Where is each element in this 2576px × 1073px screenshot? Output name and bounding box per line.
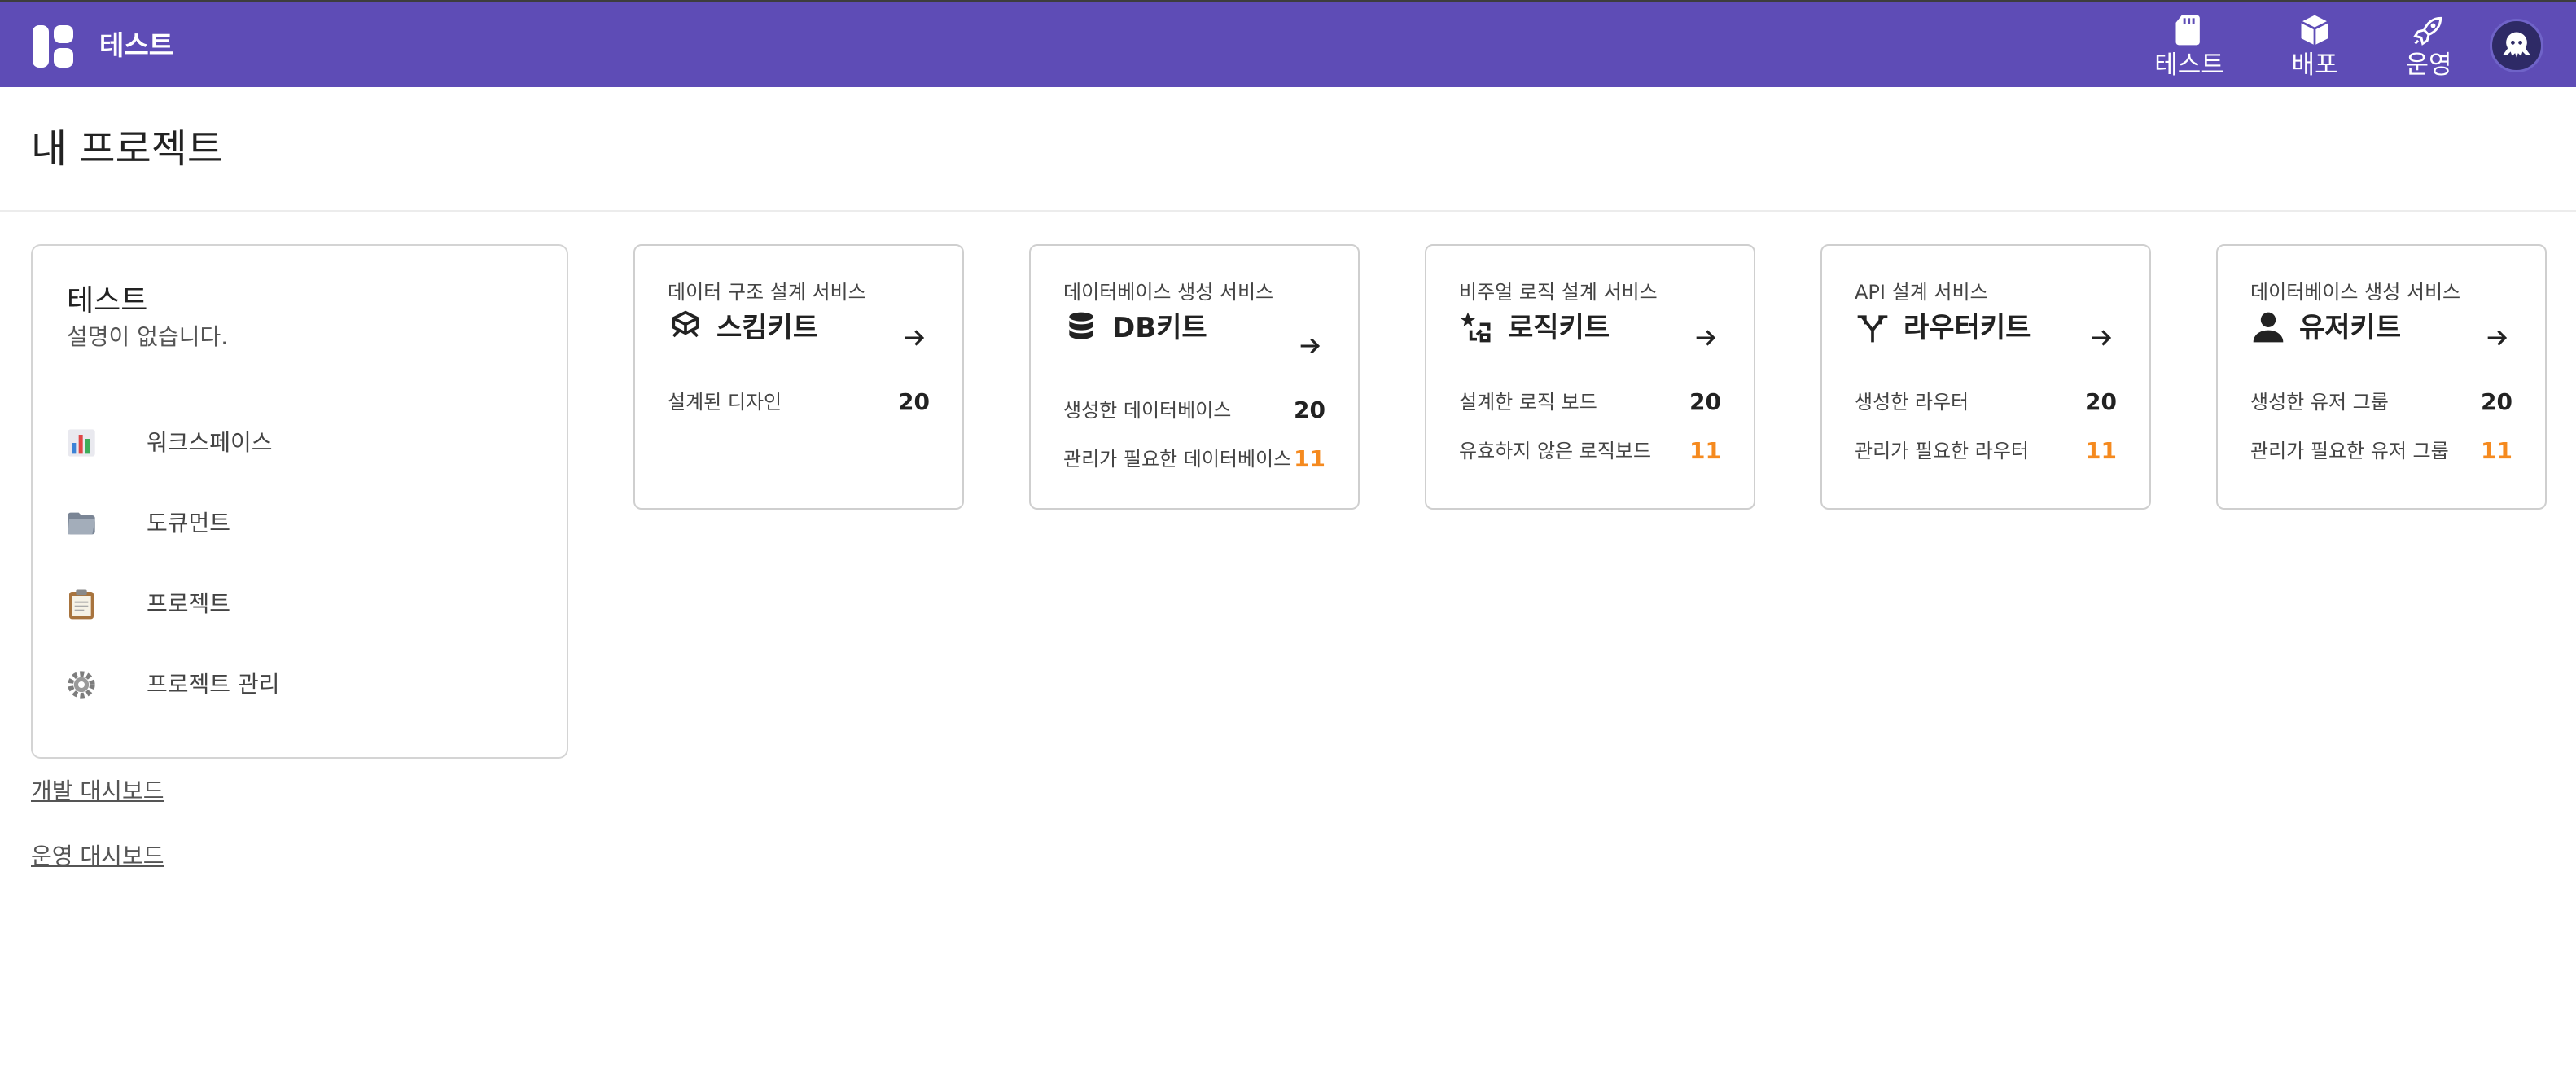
service-stat-row: 관리가 필요한 데이터베이스 11 xyxy=(1063,443,1325,475)
bar-chart-icon xyxy=(68,429,95,457)
nav-test[interactable]: 테스트 xyxy=(2144,9,2234,82)
menu-item-documents[interactable]: 도큐먼트 xyxy=(65,501,521,546)
stat-value: 20 xyxy=(2085,388,2117,415)
logic-flow-icon xyxy=(1460,312,1491,343)
menu-item-label: 도큐먼트 xyxy=(147,510,231,536)
project-name: 테스트 xyxy=(67,284,148,318)
stat-value: 20 xyxy=(1689,388,1721,415)
arrow-right-icon[interactable] xyxy=(2483,324,2511,352)
stat-label: 관리가 필요한 유저 그룹 xyxy=(2250,440,2449,462)
service-name: 로직키트 xyxy=(1508,312,1610,344)
menu-item-workspace[interactable]: 워크스페이스 xyxy=(65,420,521,466)
service-stat-row: 생성한 라우터 20 xyxy=(1855,386,2117,418)
arrow-right-icon[interactable] xyxy=(2088,324,2115,352)
divider xyxy=(0,210,2576,212)
clipboard-icon xyxy=(69,589,94,620)
ops-dashboard-link[interactable]: 운영 대시보드 xyxy=(31,840,164,873)
stat-value: 20 xyxy=(2481,388,2512,415)
page-title: 내 프로젝트 xyxy=(31,126,224,172)
service-name: 라우터키트 xyxy=(1904,312,2031,344)
stat-label: 생성한 데이터베이스 xyxy=(1063,399,1232,422)
menu-item-project-settings[interactable]: 프로젝트 관리 xyxy=(65,662,521,707)
service-name: DB키트 xyxy=(1112,312,1207,344)
stat-label: 유효하지 않은 로직보드 xyxy=(1459,440,1652,462)
arrow-right-icon[interactable] xyxy=(900,324,928,352)
stat-value-warning: 11 xyxy=(1294,445,1325,472)
stat-label: 관리가 필요한 데이터베이스 xyxy=(1063,448,1292,471)
menu-item-project[interactable]: 프로젝트 xyxy=(65,581,521,627)
gear-icon xyxy=(68,671,95,699)
nav-deploy[interactable]: 배포 xyxy=(2270,9,2359,82)
database-icon xyxy=(1069,312,1093,339)
arrow-right-icon[interactable] xyxy=(1692,324,1720,352)
stat-label: 설계된 디자인 xyxy=(668,391,782,414)
box-outline-icon xyxy=(672,310,699,338)
folder-icon xyxy=(68,512,95,535)
stat-label: 설계한 로직 보드 xyxy=(1459,391,1597,414)
service-card-schemkit[interactable]: 데이터 구조 설계 서비스 스킴키트 설계된 디자인 20 xyxy=(633,244,964,510)
service-stat-row: 생성한 유저 그룹 20 xyxy=(2250,386,2512,418)
project-description: 설명이 없습니다. xyxy=(67,323,229,350)
service-subtitle: 데이터 구조 설계 서비스 xyxy=(668,281,866,304)
service-name: 스킴키트 xyxy=(716,312,819,344)
nav-operate[interactable]: 운영 xyxy=(2384,9,2473,82)
menu-item-label: 워크스페이스 xyxy=(147,429,273,456)
sd-card-icon xyxy=(2175,15,2200,46)
rocket-icon xyxy=(2413,16,2442,46)
stat-value-warning: 11 xyxy=(2481,437,2512,464)
fork-arrows-icon xyxy=(1857,315,1888,343)
nav-test-label: 테스트 xyxy=(2154,50,2224,80)
person-icon xyxy=(2253,312,2284,343)
menu-item-label: 프로젝트 xyxy=(147,590,231,617)
top-navbar: 테스트 테스트 배포 운영 xyxy=(0,0,2576,87)
nav-deploy-label: 배포 xyxy=(2291,50,2338,80)
service-subtitle: 데이터베이스 생성 서비스 xyxy=(1063,281,1274,304)
service-stat-row: 관리가 필요한 라우터 11 xyxy=(1855,435,2117,467)
service-name: 유저키트 xyxy=(2299,312,2402,344)
service-card-logickit[interactable]: 비주얼 로직 설계 서비스 로직키트 설계한 로직 보드 20 유효하지 않은 … xyxy=(1425,244,1755,510)
stat-label: 관리가 필요한 라우터 xyxy=(1855,440,2029,462)
project-card: 테스트 설명이 없습니다. 워크스페이스 도큐먼트 프로젝트 프로젝트 관리 xyxy=(31,244,568,759)
app-logo[interactable] xyxy=(33,25,75,68)
stat-value: 20 xyxy=(898,388,930,415)
service-subtitle: API 설계 서비스 xyxy=(1855,281,1988,304)
nav-operate-label: 운영 xyxy=(2405,50,2452,80)
service-subtitle: 비주얼 로직 설계 서비스 xyxy=(1459,281,1658,304)
service-stat-row: 설계한 로직 보드 20 xyxy=(1459,386,1721,418)
brand-name[interactable]: 테스트 xyxy=(99,27,173,64)
stat-label: 생성한 라우터 xyxy=(1855,391,1969,414)
menu-item-label: 프로젝트 관리 xyxy=(147,671,280,698)
service-stat-row: 생성한 데이터베이스 20 xyxy=(1063,394,1325,427)
service-subtitle: 데이터베이스 생성 서비스 xyxy=(2250,281,2461,304)
service-card-routerkit[interactable]: API 설계 서비스 라우터키트 생성한 라우터 20 관리가 필요한 라우터 … xyxy=(1820,244,2151,510)
service-card-dbkit[interactable]: 데이터베이스 생성 서비스 DB키트 생성한 데이터베이스 20 관리가 필요한… xyxy=(1029,244,1360,510)
cube-icon xyxy=(2300,15,2329,46)
user-avatar[interactable] xyxy=(2490,19,2543,72)
stat-label: 생성한 유저 그룹 xyxy=(2250,391,2389,414)
dev-dashboard-link[interactable]: 개발 대시보드 xyxy=(31,775,164,808)
stat-value-warning: 11 xyxy=(2085,437,2117,464)
stat-value: 20 xyxy=(1294,396,1325,423)
arrow-right-icon[interactable] xyxy=(1296,332,1324,360)
service-stat-row: 관리가 필요한 유저 그룹 11 xyxy=(2250,435,2512,467)
service-card-userkit[interactable]: 데이터베이스 생성 서비스 유저키트 생성한 유저 그룹 20 관리가 필요한 … xyxy=(2216,244,2547,510)
service-stat-row: 설계된 디자인 20 xyxy=(668,386,930,418)
stat-value-warning: 11 xyxy=(1689,437,1721,464)
service-stat-row: 유효하지 않은 로직보드 11 xyxy=(1459,435,1721,467)
octopus-icon xyxy=(2503,32,2530,58)
